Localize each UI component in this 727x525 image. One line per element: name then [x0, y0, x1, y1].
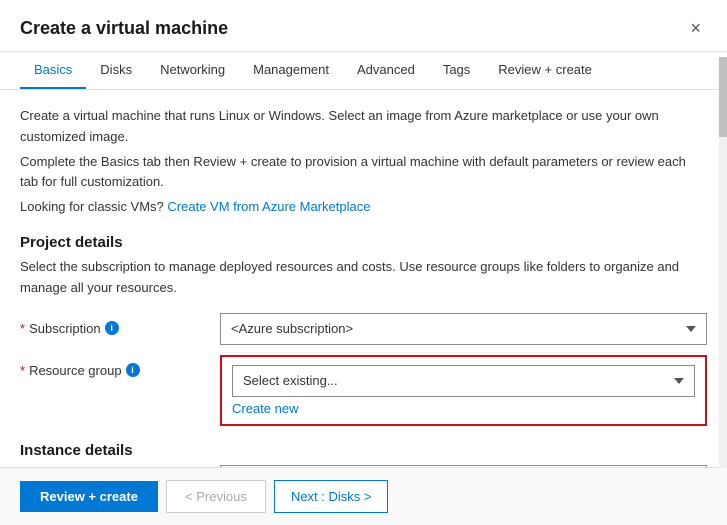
- tab-networking[interactable]: Networking: [146, 52, 239, 89]
- resource-group-row: * Resource group i Select existing... Cr…: [20, 355, 707, 426]
- subscription-label: * Subscription i: [20, 313, 220, 336]
- next-disks-button[interactable]: Next : Disks >: [274, 480, 389, 513]
- subscription-select[interactable]: <Azure subscription>: [220, 313, 707, 345]
- resource-group-inner: Select existing... Create new: [232, 365, 695, 416]
- resource-group-label: * Resource group i: [20, 355, 220, 378]
- tab-management[interactable]: Management: [239, 52, 343, 89]
- resource-group-select[interactable]: Select existing...: [232, 365, 695, 397]
- intro-line1: Create a virtual machine that runs Linux…: [20, 106, 707, 148]
- create-from-marketplace-link[interactable]: Create VM from Azure Marketplace: [167, 199, 370, 214]
- tab-basics[interactable]: Basics: [20, 52, 86, 89]
- scrollbar-track: [719, 57, 727, 468]
- tabs-bar: Basics Disks Networking Management Advan…: [0, 52, 727, 90]
- resource-group-required-star: *: [20, 363, 25, 378]
- subscription-control-wrap: <Azure subscription>: [220, 313, 707, 345]
- intro-line3: Looking for classic VMs? Create VM from …: [20, 197, 707, 218]
- subscription-info-icon[interactable]: i: [105, 321, 119, 335]
- close-button[interactable]: ×: [684, 16, 707, 41]
- review-create-button[interactable]: Review + create: [20, 481, 158, 512]
- create-new-resource-group-link[interactable]: Create new: [232, 401, 695, 416]
- scrollbar-thumb[interactable]: [719, 57, 727, 137]
- subscription-required-star: *: [20, 321, 25, 336]
- resource-group-info-icon[interactable]: i: [126, 363, 140, 377]
- previous-button[interactable]: < Previous: [166, 480, 266, 513]
- subscription-row: * Subscription i <Azure subscription>: [20, 313, 707, 345]
- dialog-header: Create a virtual machine ×: [0, 0, 727, 52]
- dialog-footer: Review + create < Previous Next : Disks …: [0, 467, 727, 525]
- intro-line2: Complete the Basics tab then Review + cr…: [20, 152, 707, 194]
- create-vm-dialog: Create a virtual machine × Basics Disks …: [0, 0, 727, 525]
- tab-tags[interactable]: Tags: [429, 52, 484, 89]
- main-content: Create a virtual machine that runs Linux…: [0, 90, 727, 467]
- resource-group-control-wrap: Select existing... Create new: [220, 355, 707, 426]
- intro-line3-prefix: Looking for classic VMs?: [20, 199, 167, 214]
- resource-group-box: Select existing... Create new: [220, 355, 707, 426]
- dialog-title: Create a virtual machine: [20, 18, 228, 39]
- tab-advanced[interactable]: Advanced: [343, 52, 429, 89]
- project-details-title: Project details: [20, 234, 707, 251]
- instance-details-title: Instance details: [20, 442, 707, 459]
- project-details-desc: Select the subscription to manage deploy…: [20, 257, 707, 299]
- tab-review-create[interactable]: Review + create: [484, 52, 606, 89]
- tab-disks[interactable]: Disks: [86, 52, 146, 89]
